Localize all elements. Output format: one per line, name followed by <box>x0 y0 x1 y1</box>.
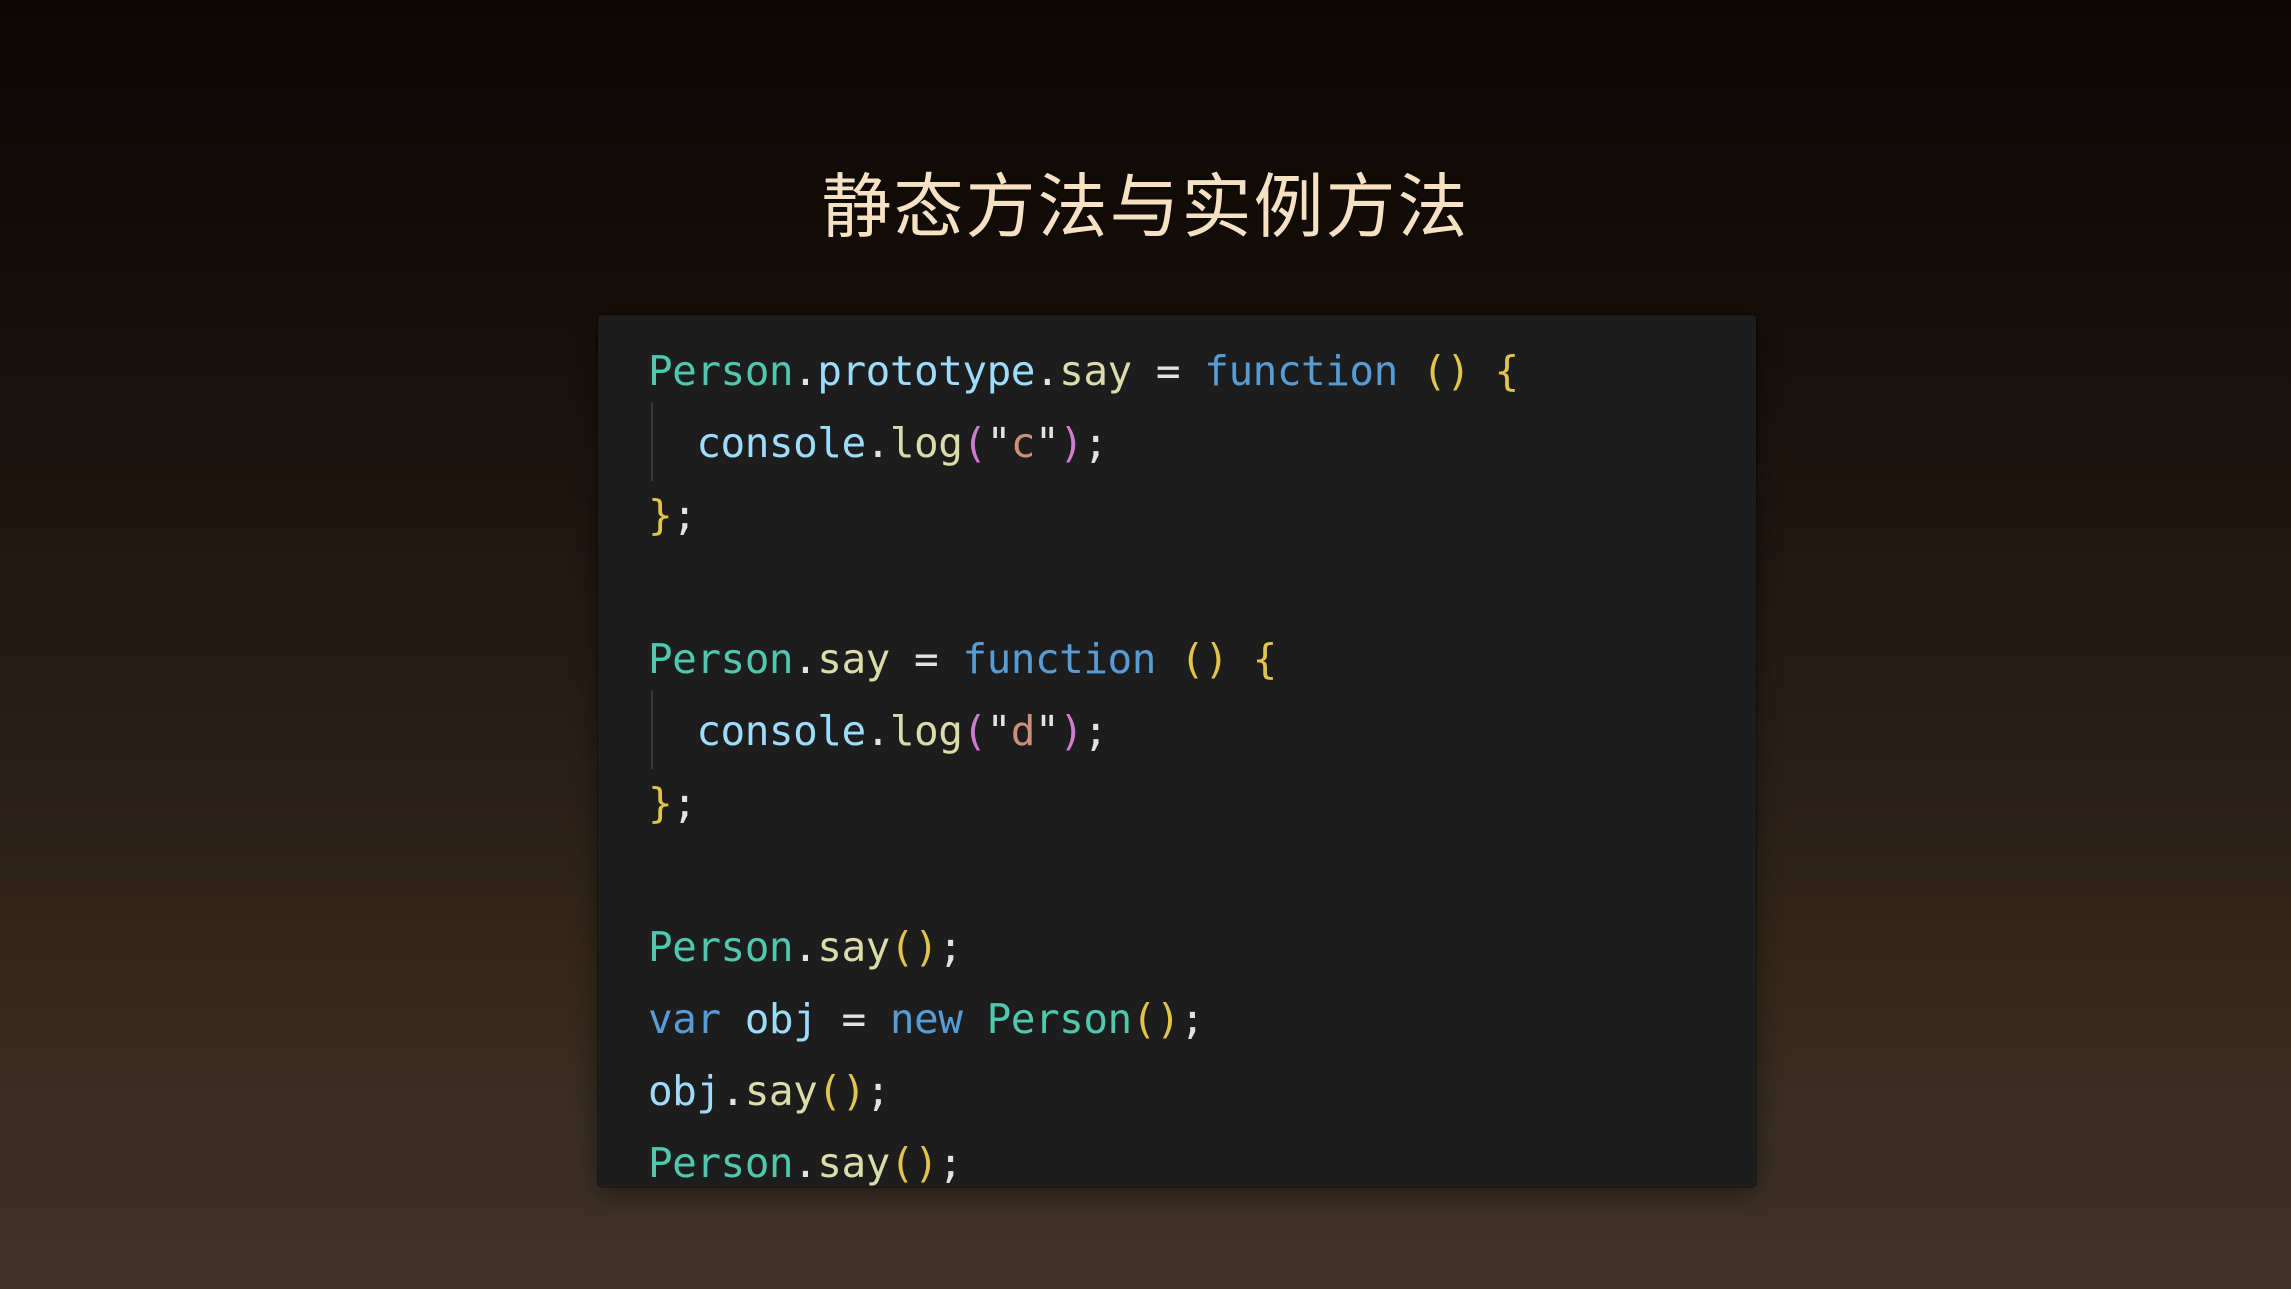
code-token-paren_yellow: } <box>648 491 673 539</box>
code-token-paren_yellow: () <box>817 1067 866 1115</box>
code-token-plain: . <box>720 1067 746 1115</box>
code-token-plain: " <box>986 419 1012 467</box>
code-token-keyword: var <box>648 995 721 1043</box>
code-token-class: Person <box>648 923 794 971</box>
code-line: console.log("d"); <box>648 691 1756 769</box>
code-token-plain: ; <box>672 491 697 539</box>
code-line: console.log("c"); <box>648 403 1756 481</box>
code-token-function: say <box>1059 347 1132 395</box>
code-token-plain: ; <box>1180 995 1205 1043</box>
code-token-plain: . <box>793 347 818 395</box>
code-token-plain: ; <box>672 779 697 827</box>
code-token-paren_yellow: { <box>1252 635 1278 683</box>
code-line: Person.say(); <box>648 1127 1756 1187</box>
code-token-class: Person <box>648 1139 794 1187</box>
code-line: }; <box>648 479 1756 551</box>
code-token-plain: ; <box>938 923 963 971</box>
code-token-plain: . <box>793 635 818 683</box>
code-token-class: Person <box>648 347 794 395</box>
code-token-paren_magenta: ( <box>962 419 987 467</box>
code-token-plain: ; <box>1083 707 1108 755</box>
code-token-plain: . <box>865 419 891 467</box>
code-line: Person.say = function () { <box>648 623 1756 695</box>
code-token-paren_yellow: () <box>1180 635 1229 683</box>
code-token-plain: . <box>865 707 891 755</box>
code-line: Person.prototype.say = function () { <box>648 335 1756 407</box>
code-token-property: prototype <box>817 347 1035 395</box>
code-block-card: Person.prototype.say = function () { con… <box>598 315 1756 1187</box>
code-token-plain: ; <box>938 1139 963 1187</box>
code-token-plain: = <box>889 635 963 683</box>
code-token-plain: . <box>793 1139 818 1187</box>
code-token-keyword: function <box>1204 347 1398 395</box>
code-token-property: console <box>696 419 866 467</box>
code-token-keyword: function <box>962 635 1156 683</box>
code-token-paren_magenta: ( <box>962 707 987 755</box>
code-token-plain: " <box>986 707 1012 755</box>
code-token-paren_yellow: () <box>889 923 939 971</box>
slide-root: 静态方法与实例方法 Person.prototype.say = functio… <box>0 0 2291 1289</box>
code-token-plain: " <box>1034 707 1060 755</box>
code-token-paren_yellow: () <box>889 1139 939 1187</box>
code-token-paren_magenta: ) <box>1059 419 1084 467</box>
code-token-property: console <box>696 707 866 755</box>
code-token-plain: ; <box>1083 419 1108 467</box>
code-token-function: say <box>744 1067 818 1115</box>
code-token-paren_yellow: } <box>648 779 673 827</box>
code-line: var obj = new Person(); <box>648 983 1756 1055</box>
code-token-function: say <box>817 923 890 971</box>
code-token-property: obj <box>744 995 818 1043</box>
code-token-string: d <box>1010 707 1036 755</box>
code-token-keyword: new <box>889 995 963 1043</box>
code-token-function: log <box>889 707 963 755</box>
code-token-plain: = <box>1131 347 1205 395</box>
code-token-plain: = <box>817 995 890 1043</box>
code-token-plain: " <box>1034 419 1060 467</box>
code-editor-content[interactable]: Person.prototype.say = function () { con… <box>598 315 1756 1187</box>
code-token-paren_yellow: { <box>1494 347 1520 395</box>
page-title: 静态方法与实例方法 <box>821 167 1470 246</box>
code-token-function: say <box>817 1139 890 1187</box>
code-token-plain: . <box>793 923 818 971</box>
code-token-plain: . <box>1034 347 1060 395</box>
code-token-paren_magenta: ) <box>1059 707 1084 755</box>
code-token-function: log <box>889 419 963 467</box>
code-token-string: c <box>1010 419 1036 467</box>
code-line: obj.say(); <box>648 1055 1756 1127</box>
code-token-paren_yellow: () <box>1131 995 1181 1043</box>
code-token-class: Person <box>986 995 1133 1043</box>
code-token-property: obj <box>648 1067 721 1115</box>
code-token-class: Person <box>648 635 794 683</box>
code-line: }; <box>648 767 1756 839</box>
code-line: Person.say(); <box>648 911 1756 983</box>
code-token-plain: ; <box>865 1067 891 1115</box>
code-token-function: say <box>817 635 890 683</box>
code-token-paren_yellow: () <box>1421 347 1471 395</box>
